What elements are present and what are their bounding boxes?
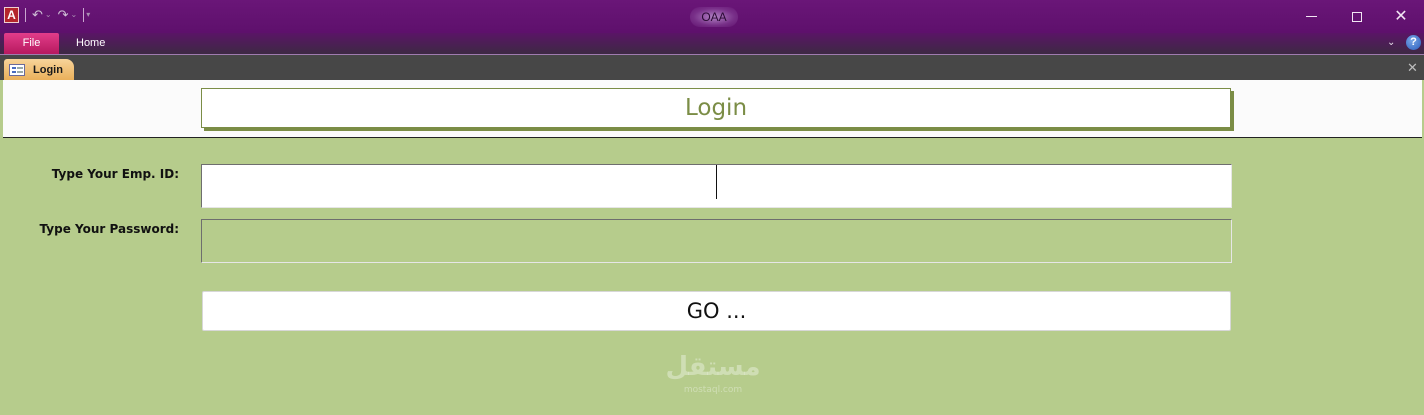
tab-file[interactable]: File [4,33,59,54]
close-window-button[interactable]: ✕ [1378,0,1424,33]
minimize-button[interactable] [1288,0,1334,33]
title-bar: A ↶ ⌄ ↷ ⌄ ▾ OAA ✕ [0,0,1424,33]
text-cursor [716,165,717,199]
doc-tab-login[interactable]: Login [4,59,74,80]
customize-qat-icon[interactable]: ▾ [86,7,90,23]
maximize-button[interactable] [1334,0,1380,33]
form-icon [9,63,25,76]
go-button[interactable]: GO ... [202,291,1231,331]
redo-icon[interactable]: ↷ [58,7,69,23]
doc-tab-label: Login [33,63,63,76]
password-input[interactable] [201,219,1232,263]
tab-home[interactable]: Home [76,33,105,54]
help-icon[interactable]: ? [1406,35,1421,50]
qat-separator [25,8,26,22]
redo-dropdown-icon[interactable]: ⌄ [71,7,78,23]
form-header: Login [3,80,1422,138]
access-app-window: A ↶ ⌄ ↷ ⌄ ▾ OAA ✕ File Home ⌄ ? Login ✕ … [0,0,1424,415]
ribbon-tabs: File Home ⌄ ? [0,33,1424,55]
collapse-ribbon-icon[interactable]: ⌄ [1387,37,1395,48]
form-title: Login [201,88,1231,128]
quick-access-toolbar: A ↶ ⌄ ↷ ⌄ ▾ [4,7,90,23]
watermark-subtext: mostaql.com [683,385,743,395]
undo-dropdown-icon[interactable]: ⌄ [45,7,52,23]
document-tab-strip: Login ✕ [0,55,1424,80]
undo-icon[interactable]: ↶ [32,7,43,23]
watermark-text: مستقل [665,352,761,382]
emp-id-label: Type Your Emp. ID: [51,167,179,181]
form-body: Type Your Emp. ID: Type Your Password: G… [3,139,1422,415]
minimize-icon [1305,16,1317,17]
access-logo-icon[interactable]: A [4,7,19,23]
watermark: مستقل mostaql.com [653,351,773,403]
maximize-icon [1352,11,1362,22]
qat-separator [83,8,85,22]
window-title: OAA [690,7,738,27]
close-icon: ✕ [1394,7,1408,25]
password-label: Type Your Password: [39,222,179,236]
close-document-icon[interactable]: ✕ [1407,60,1418,76]
